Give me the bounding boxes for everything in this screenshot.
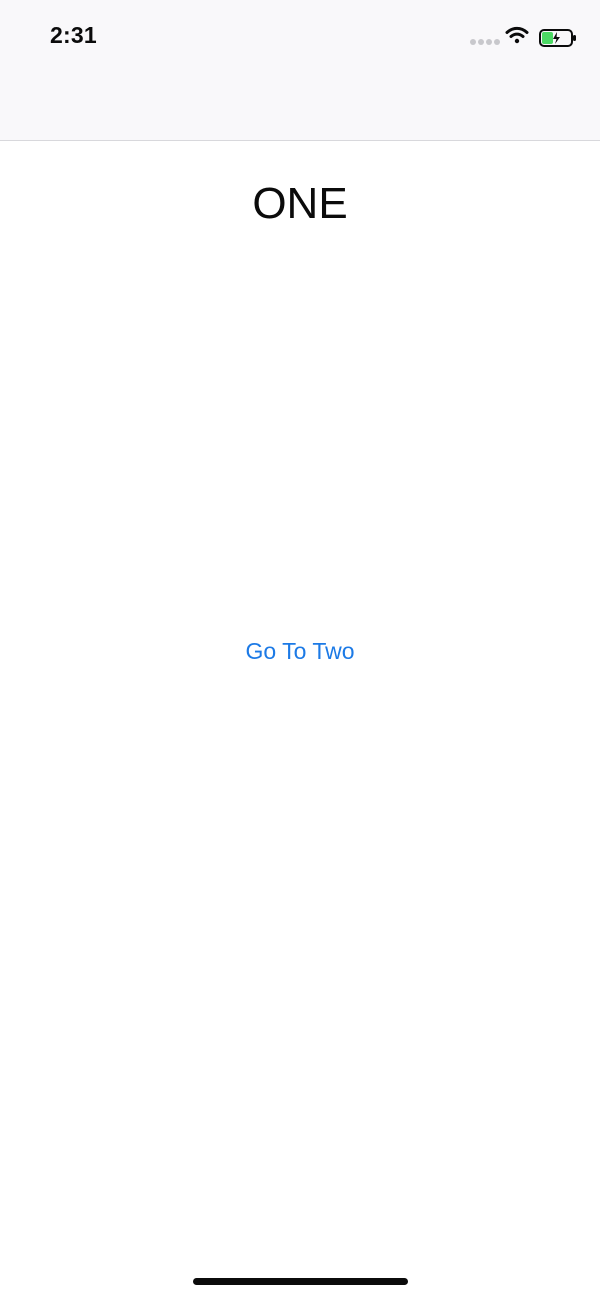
top-area: 2:31 (0, 0, 600, 141)
main-content: ONE Go To Two (0, 141, 600, 1300)
status-bar: 2:31 (0, 0, 600, 70)
go-to-two-button[interactable]: Go To Two (220, 633, 380, 669)
signal-dot (478, 39, 484, 45)
wifi-icon-svg (505, 26, 529, 44)
navigation-bar (0, 70, 600, 140)
status-time: 2:31 (50, 22, 97, 48)
cellular-signal-icon (470, 39, 500, 45)
page-title: ONE (252, 179, 348, 228)
phone-screen: 2:31 ONE Go To Two (0, 0, 600, 1300)
home-indicator[interactable] (193, 1278, 408, 1285)
signal-dot (470, 39, 476, 45)
battery-charging-icon (539, 28, 579, 48)
wifi-icon (505, 26, 529, 44)
battery-icon-svg (539, 29, 576, 47)
signal-dot (494, 39, 500, 45)
signal-dot (486, 39, 492, 45)
